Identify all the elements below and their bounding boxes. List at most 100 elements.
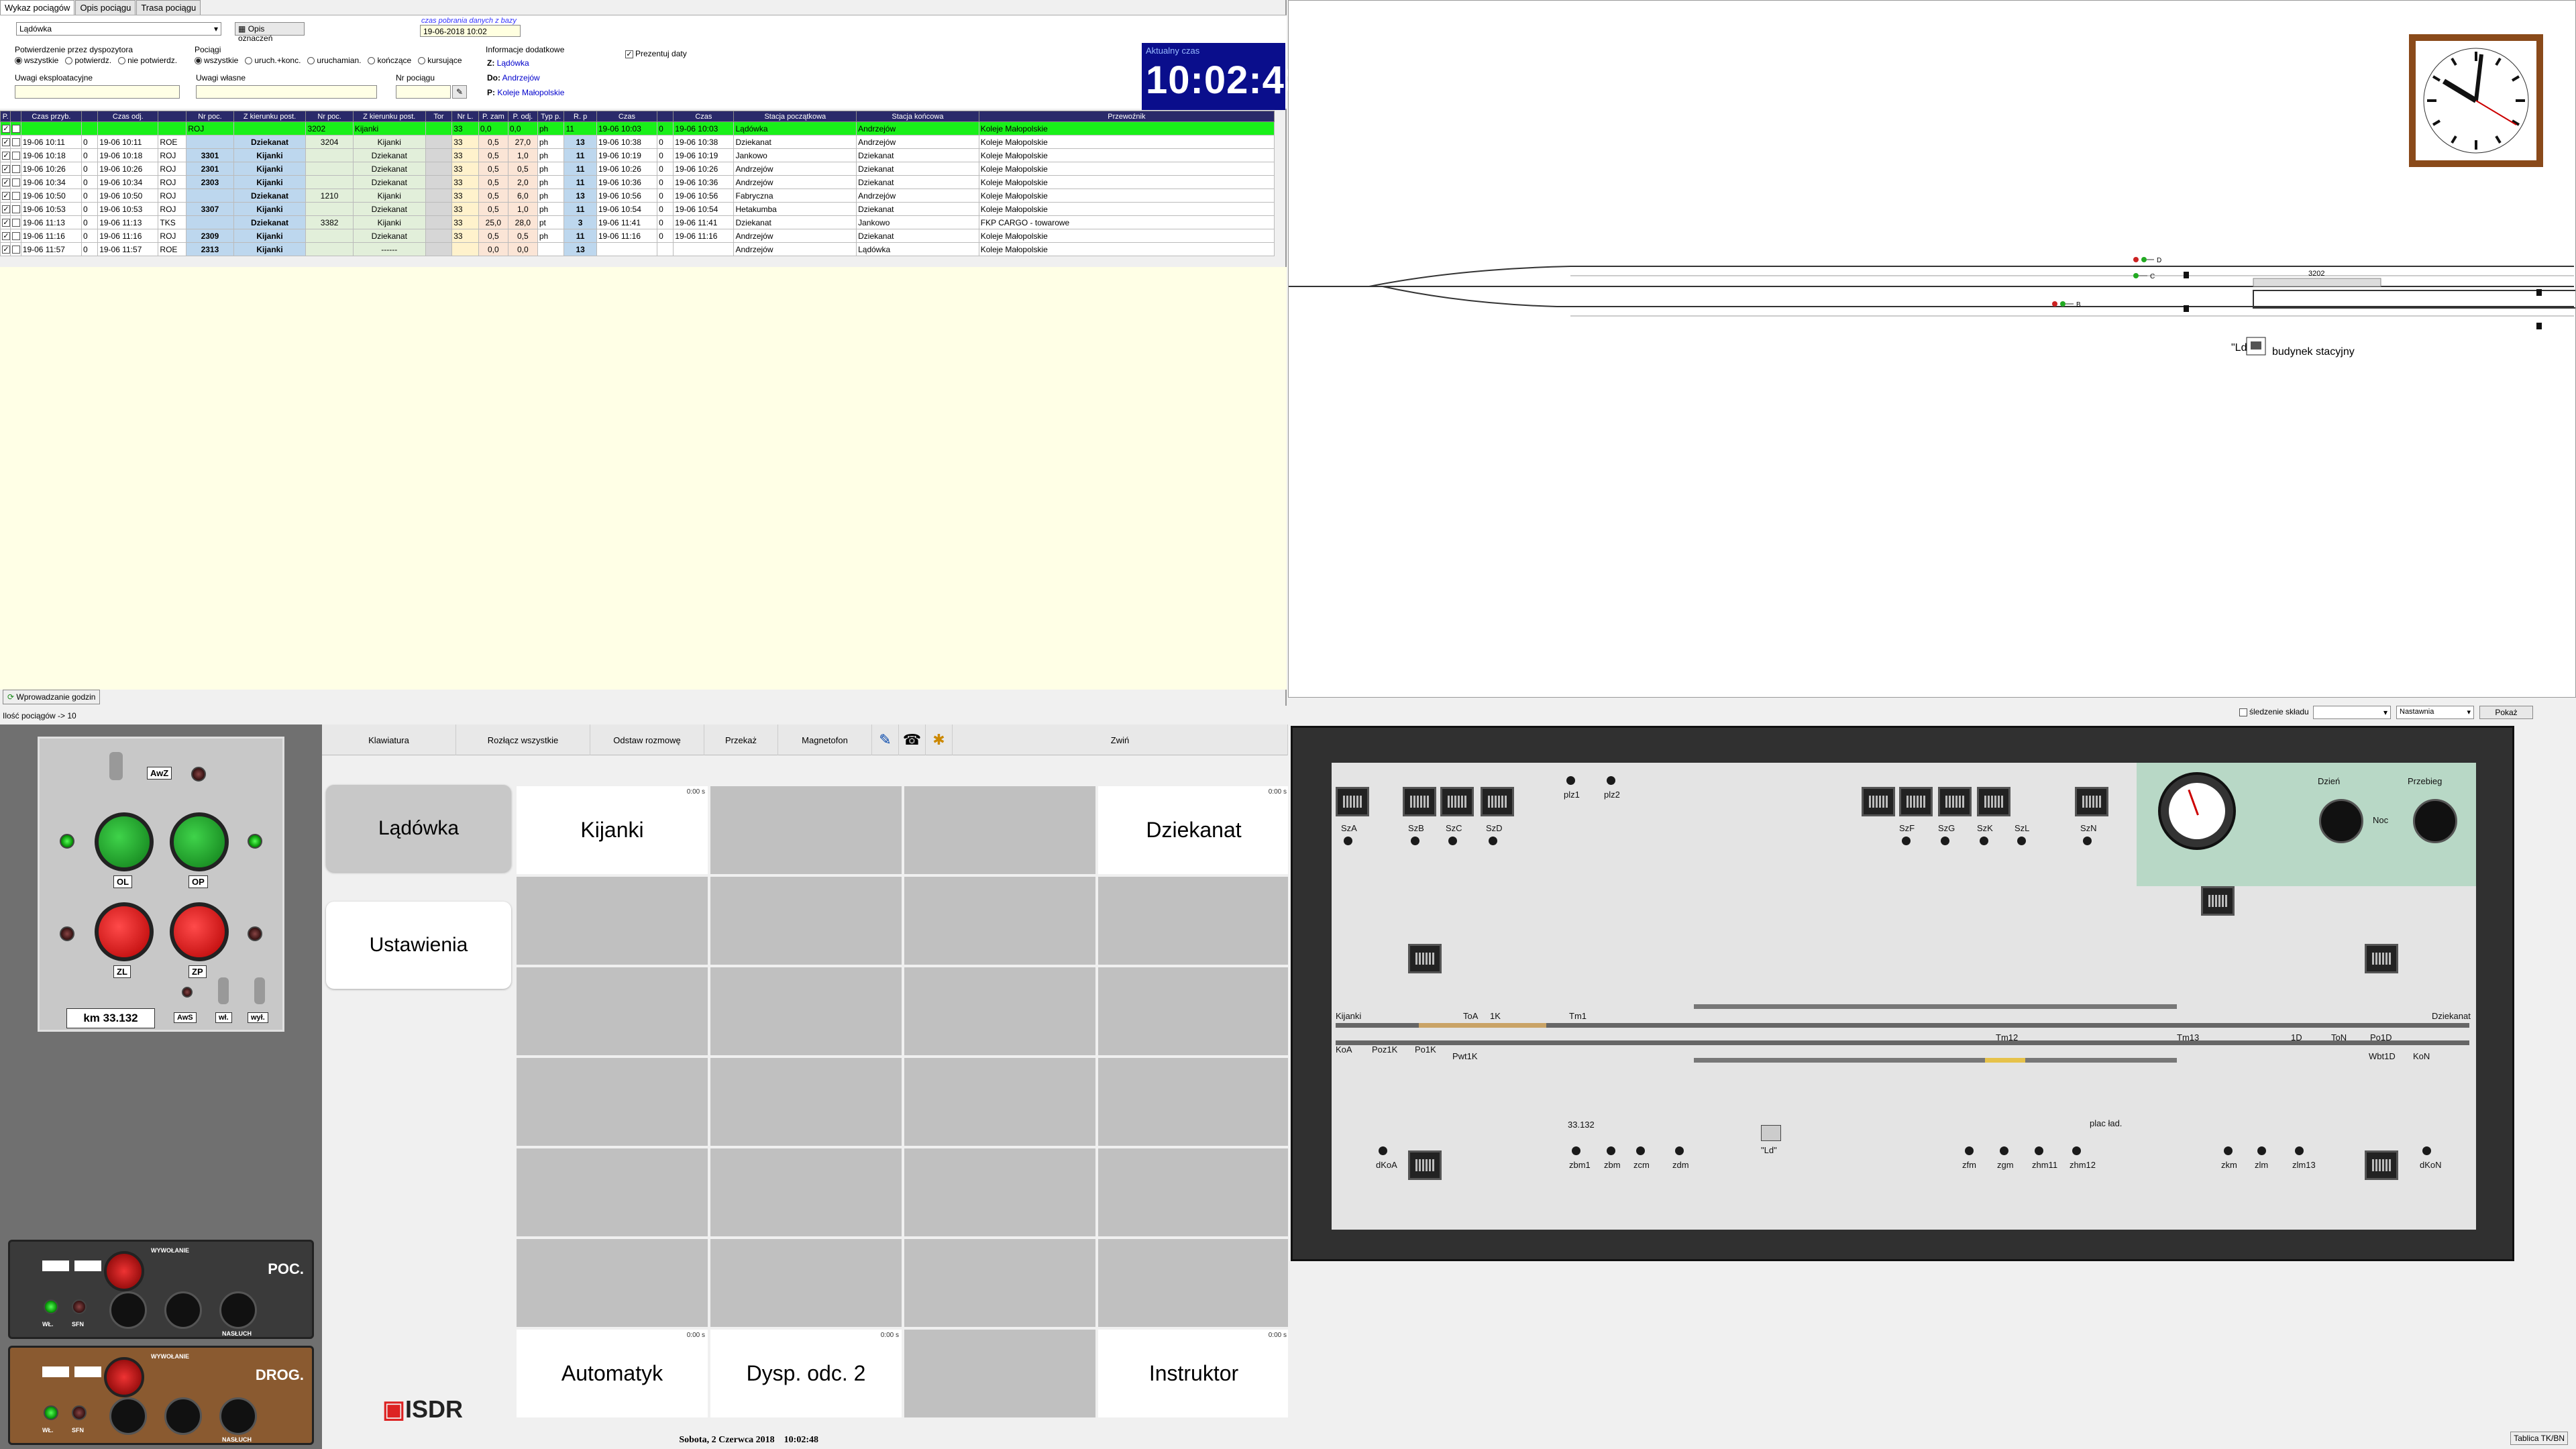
radio-trains-kurs[interactable]: kursujące bbox=[418, 56, 462, 65]
table-header-cell[interactable]: Czas bbox=[596, 111, 658, 122]
confirm-checkbox[interactable]: ✓ bbox=[0, 135, 11, 149]
board-button-dot[interactable] bbox=[1675, 1146, 1684, 1155]
table-header-cell[interactable]: Typ p. bbox=[537, 111, 565, 122]
tab-trasa[interactable]: Trasa pociągu bbox=[136, 0, 201, 15]
table-header-cell[interactable]: P. bbox=[0, 111, 11, 122]
confirm-checkbox[interactable]: ✓ bbox=[0, 189, 11, 203]
table-header-cell[interactable]: Tor bbox=[425, 111, 453, 122]
switch-lever-icon[interactable] bbox=[218, 977, 229, 1004]
edit-icon[interactable]: ✎ bbox=[452, 85, 467, 99]
switch-lever-icon[interactable] bbox=[254, 977, 265, 1004]
radio-trains-all[interactable]: wszystkie bbox=[195, 56, 238, 65]
station-select[interactable]: Lądówka ▾ bbox=[16, 22, 221, 36]
call-dial-knob[interactable] bbox=[104, 1251, 144, 1291]
board-button-dot[interactable] bbox=[1572, 1146, 1580, 1155]
table-header-cell[interactable]: Czas bbox=[673, 111, 735, 122]
table-row[interactable]: ✓ 19-06 10:11 0 19-06 10:11 ROE Dziekanat 3204… bbox=[0, 135, 1275, 149]
uwagi-ekspl-input[interactable] bbox=[15, 85, 180, 99]
table-row[interactable]: ✓ 19-06 11:13 0 19-06 11:13 TKS Dziekanat 3382… bbox=[0, 215, 1275, 229]
board-button-dot[interactable] bbox=[2224, 1146, 2233, 1155]
board-button-dot[interactable] bbox=[1448, 837, 1457, 845]
przebieg-knob[interactable] bbox=[2413, 799, 2457, 843]
table-row[interactable]: ✓ 19-06 10:18 0 19-06 10:18 ROJ 3301 Kijanki Dz… bbox=[0, 148, 1275, 162]
table-header-cell[interactable]: Czas przyb. bbox=[20, 111, 83, 122]
sledzenie-select[interactable]: ▾ bbox=[2313, 706, 2391, 719]
radio-trains-u[interactable]: uruchamian. bbox=[307, 56, 361, 65]
row-checkbox[interactable] bbox=[10, 242, 21, 256]
signal-box-icon[interactable] bbox=[1481, 787, 1514, 816]
contact-kijanki[interactable]: 0:00 s Kijanki bbox=[517, 786, 708, 874]
ustawienia-button[interactable]: Ustawienia bbox=[326, 902, 511, 989]
radio-trains-k[interactable]: kończące bbox=[368, 56, 411, 65]
table-row[interactable]: ✓ 19-06 10:34 0 19-06 10:34 ROJ 2303 Kijanki Dz… bbox=[0, 175, 1275, 189]
contact-dziekanat[interactable]: 0:00 s Dziekanat bbox=[1098, 786, 1289, 874]
table-row[interactable]: ✓ 19-06 11:57 0 19-06 11:57 ROE 2313 Kijanki --… bbox=[0, 242, 1275, 256]
board-button-dot[interactable] bbox=[2000, 1146, 2008, 1155]
signal-box-icon[interactable] bbox=[1977, 787, 2010, 816]
row-checkbox[interactable] bbox=[10, 229, 21, 243]
board-button-dot[interactable] bbox=[1980, 837, 1988, 845]
zp-button[interactable] bbox=[170, 902, 229, 961]
contact-automatyk[interactable]: 0:00 s Automatyk bbox=[517, 1330, 708, 1417]
board-button-dot[interactable] bbox=[2017, 837, 2026, 845]
op-button[interactable] bbox=[170, 812, 229, 871]
board-button-dot[interactable] bbox=[1607, 1146, 1615, 1155]
opis-oznaczen-button[interactable]: ▦ Opis oznaczeń bbox=[235, 22, 305, 43]
confirm-checkbox[interactable]: ✓ bbox=[0, 229, 11, 243]
zwin-button[interactable]: Zwiń bbox=[953, 724, 1288, 755]
przekaz-button[interactable]: Przekaż bbox=[704, 724, 778, 755]
radio-trains-uk[interactable]: uruch.+konc. bbox=[245, 56, 301, 65]
tab-wykaz[interactable]: Wykaz pociągów bbox=[0, 0, 75, 15]
table-row[interactable]: ✓ 19-06 10:26 0 19-06 10:26 ROJ 2301 Kijanki Dz… bbox=[0, 162, 1275, 176]
table-header-cell[interactable]: Czas odj. bbox=[97, 111, 159, 122]
board-button-dot[interactable] bbox=[1566, 776, 1575, 785]
row-checkbox[interactable] bbox=[10, 175, 21, 189]
row-checkbox[interactable] bbox=[10, 135, 21, 149]
radio-not-confirmed[interactable]: nie potwierdz. bbox=[118, 56, 177, 65]
day-night-knob[interactable] bbox=[2319, 799, 2363, 843]
board-button-dot[interactable] bbox=[2295, 1146, 2304, 1155]
station-ladowka-button[interactable]: Lądówka bbox=[326, 785, 511, 872]
magnetofon-button[interactable]: Magnetofon bbox=[778, 724, 872, 755]
table-header-cell[interactable]: Nr poc. bbox=[186, 111, 234, 122]
table-row[interactable]: ✓ 19-06 10:53 0 19-06 10:53 ROJ 3307 Kijanki Dz… bbox=[0, 202, 1275, 216]
row-checkbox[interactable] bbox=[10, 148, 21, 162]
channel-knob[interactable] bbox=[164, 1291, 202, 1329]
signal-box-icon[interactable] bbox=[1862, 787, 1895, 816]
signal-box-icon[interactable] bbox=[1336, 787, 1369, 816]
table-header-cell[interactable]: Z kierunku post. bbox=[233, 111, 307, 122]
table-header-cell[interactable]: P. odj. bbox=[507, 111, 538, 122]
signal-box-icon[interactable] bbox=[2075, 787, 2108, 816]
signal-box-icon[interactable] bbox=[1408, 1150, 1442, 1180]
board-button-dot[interactable] bbox=[1941, 837, 1949, 845]
signal-box-icon[interactable] bbox=[1440, 787, 1474, 816]
volume-knob[interactable] bbox=[109, 1291, 147, 1329]
board-button-dot[interactable] bbox=[1902, 837, 1911, 845]
row-checkbox[interactable] bbox=[10, 189, 21, 203]
contact-dysp[interactable]: 0:00 s Dysp. odc. 2 bbox=[710, 1330, 902, 1417]
odstaw-button[interactable]: Odstaw rozmowę bbox=[590, 724, 704, 755]
signal-box-icon[interactable] bbox=[1408, 944, 1442, 973]
table-row[interactable]: ✓ ROJ 3202 Kijanki 33 0,0 0,0 ph 11 19-06 10:03 0 1… bbox=[0, 121, 1275, 136]
table-row[interactable]: ✓ 19-06 11:16 0 19-06 11:16 ROJ 2309 Kijanki Dz… bbox=[0, 229, 1275, 243]
signal-box-icon[interactable] bbox=[2365, 1150, 2398, 1180]
zl-button[interactable] bbox=[95, 902, 154, 961]
sledzenie-checkbox[interactable]: śledzenie składu bbox=[2239, 707, 2309, 716]
confirm-checkbox[interactable]: ✓ bbox=[0, 121, 11, 136]
board-button-dot[interactable] bbox=[2257, 1146, 2266, 1155]
table-header-cell[interactable] bbox=[10, 111, 21, 122]
channel-knob[interactable] bbox=[164, 1397, 202, 1435]
mic-icon[interactable]: ✎ bbox=[872, 724, 899, 755]
board-button-dot[interactable] bbox=[2083, 837, 2092, 845]
signal-box-icon[interactable] bbox=[1403, 787, 1436, 816]
table-header-cell[interactable]: Przewoźnik bbox=[978, 111, 1275, 122]
table-header-cell[interactable]: R. p bbox=[564, 111, 597, 122]
ol-button[interactable] bbox=[95, 812, 154, 871]
nr-pociagu-input[interactable] bbox=[396, 85, 451, 99]
board-button-dot[interactable] bbox=[1965, 1146, 1974, 1155]
confirm-checkbox[interactable]: ✓ bbox=[0, 175, 11, 189]
confirm-checkbox[interactable]: ✓ bbox=[0, 148, 11, 162]
phone-handset-icon[interactable]: ☎ bbox=[899, 724, 926, 755]
tablica-button[interactable]: Tablica TK/BN bbox=[2510, 1432, 2568, 1445]
board-button-dot[interactable] bbox=[2035, 1146, 2043, 1155]
